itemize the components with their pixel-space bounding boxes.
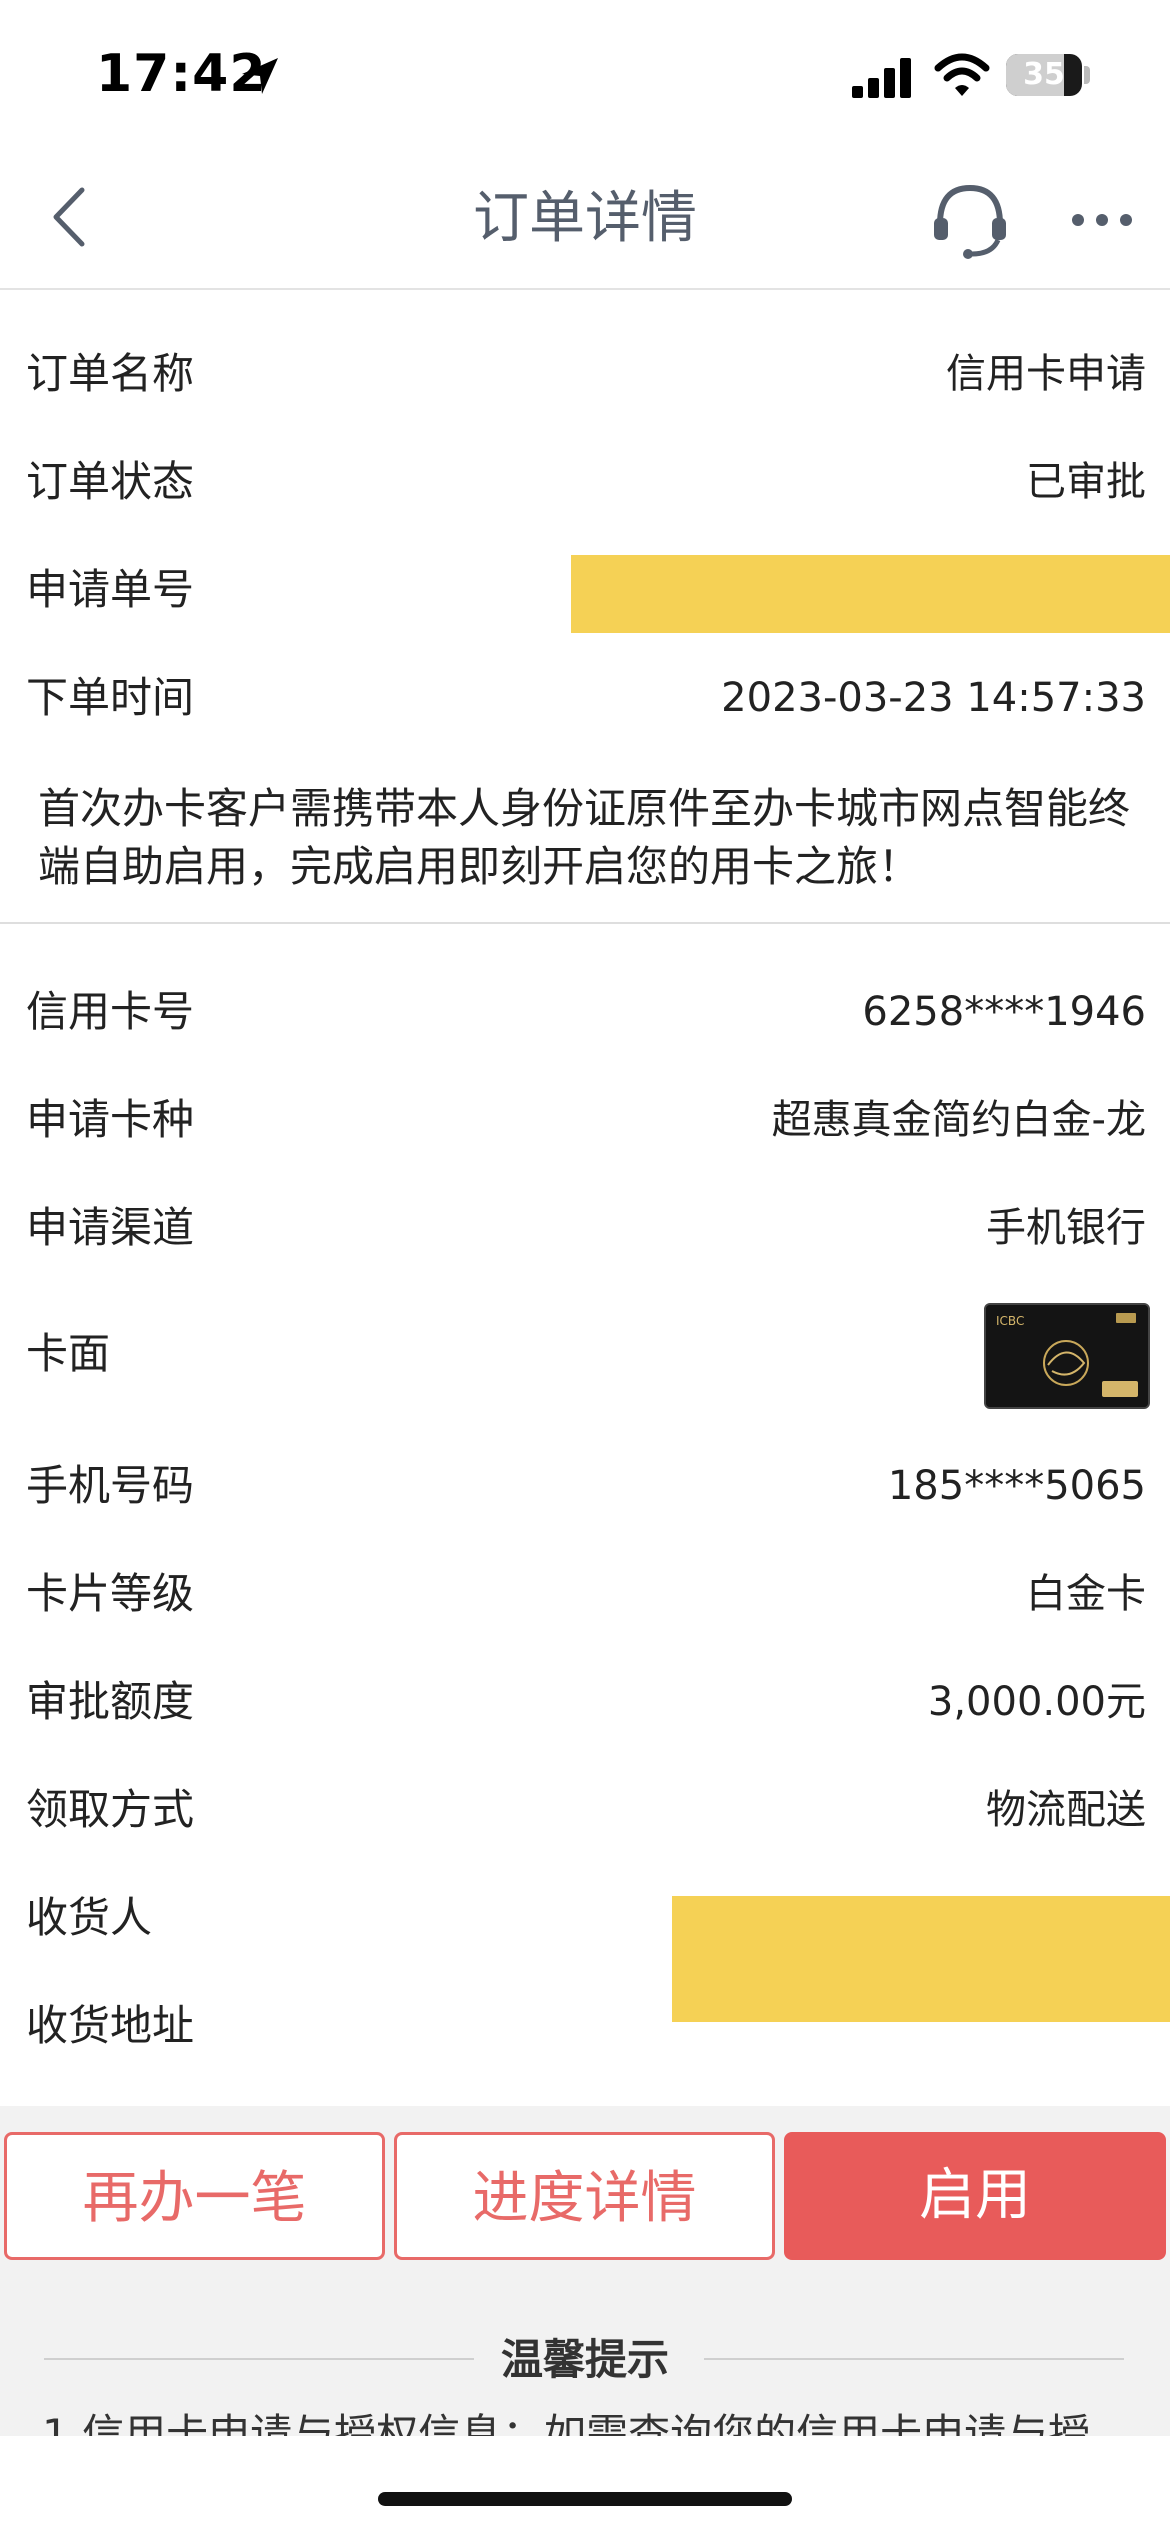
battery-level: 35: [1023, 57, 1065, 92]
battery-icon: 35: [1006, 54, 1082, 96]
phone-number-row: 手机号码 185****5065: [0, 1432, 1170, 1540]
row-value: 已审批: [1026, 459, 1146, 505]
battery-tip: [1084, 66, 1090, 84]
order-time-row: 下单时间 2023-03-23 14:57:33: [0, 644, 1170, 752]
row-label: 订单状态: [26, 457, 195, 506]
row-label: 信用卡号: [26, 987, 195, 1036]
nav-bar: 订单详情: [0, 150, 1170, 290]
progress-details-button[interactable]: 进度详情: [394, 2132, 775, 2260]
card-level-row: 卡片等级 白金卡: [0, 1540, 1170, 1648]
notice-line: 首次办卡客户需携带本人身份证原件至办卡城市网点智能终: [38, 784, 1131, 833]
row-value: 2023-03-23 14:57:33: [721, 675, 1146, 721]
apply-again-button[interactable]: 再办一笔: [4, 2132, 385, 2260]
row-value: 185****5065: [887, 1463, 1146, 1509]
more-dots-icon[interactable]: [1068, 208, 1136, 232]
row-label: 申请渠道: [26, 1203, 195, 1252]
back-chevron-icon[interactable]: [44, 182, 94, 252]
tips-title: 温馨提示: [500, 2335, 669, 2384]
row-label: 手机号码: [26, 1461, 195, 1510]
action-area: 再办一笔 进度详情 启用 温馨提示 1.信用卡申请与授权信息：如需查询您的信用卡…: [0, 2106, 1170, 2436]
redaction-overlay: [571, 555, 1170, 633]
row-label: 下单时间: [26, 673, 195, 722]
tips-first-line: 1.信用卡申请与授权信息：如需查询您的信用卡申请与授: [42, 2410, 1091, 2436]
wifi-icon: [934, 53, 990, 96]
row-label: 卡面: [26, 1329, 111, 1378]
card-type-row: 申请卡种 超惠真金简约白金-龙: [0, 1066, 1170, 1174]
row-label: 申请卡种: [26, 1095, 195, 1144]
delivery-method-row: 领取方式 物流配送: [0, 1756, 1170, 1864]
home-bar: [0, 2436, 1170, 2532]
tips-divider-right: [704, 2358, 1124, 2360]
location-arrow-icon: [242, 58, 278, 94]
redaction-overlay: [672, 1896, 1170, 2022]
row-label: 申请单号: [26, 565, 195, 614]
row-label: 收货地址: [26, 2001, 195, 2050]
card-face-thumbnail[interactable]: ICBC: [984, 1303, 1150, 1409]
home-indicator[interactable]: [378, 2492, 792, 2506]
row-label: 审批额度: [26, 1677, 195, 1726]
row-value: 超惠真金简约白金-龙: [771, 1097, 1146, 1143]
notice-line: 端自助启用，完成启用即刻开启您的用卡之旅！: [38, 842, 921, 891]
activate-button[interactable]: 启用: [784, 2132, 1166, 2260]
approved-limit-row: 审批额度 3,000.00元: [0, 1648, 1170, 1756]
row-value: 6258****1946: [862, 989, 1146, 1035]
row-value: 信用卡申请: [946, 351, 1146, 397]
card-brand-text: ICBC: [996, 1314, 1024, 1328]
row-label: 收货人: [26, 1893, 153, 1942]
row-value: 手机银行: [986, 1205, 1146, 1251]
row-value: 白金卡: [1026, 1571, 1146, 1617]
customer-service-headset-icon[interactable]: [928, 178, 1012, 262]
channel-row: 申请渠道 手机银行: [0, 1174, 1170, 1282]
row-value: 物流配送: [986, 1787, 1146, 1833]
row-value: 3,000.00元: [927, 1679, 1146, 1725]
credit-card-face-icon: ICBC: [986, 1305, 1148, 1407]
section-divider: [0, 922, 1170, 924]
card-number-row: 信用卡号 6258****1946: [0, 958, 1170, 1066]
activation-notice: 首次办卡客户需携带本人身份证原件至办卡城市网点智能终 端自助启用，完成启用即刻开…: [38, 780, 1168, 896]
order-status-row: 订单状态 已审批: [0, 428, 1170, 536]
row-label: 订单名称: [26, 349, 195, 398]
cellular-signal-icon: [852, 58, 911, 98]
status-bar: 17:42 35: [0, 0, 1170, 150]
row-label: 卡片等级: [26, 1569, 195, 1618]
order-name-row: 订单名称 信用卡申请: [0, 320, 1170, 428]
row-label: 领取方式: [26, 1785, 195, 1834]
